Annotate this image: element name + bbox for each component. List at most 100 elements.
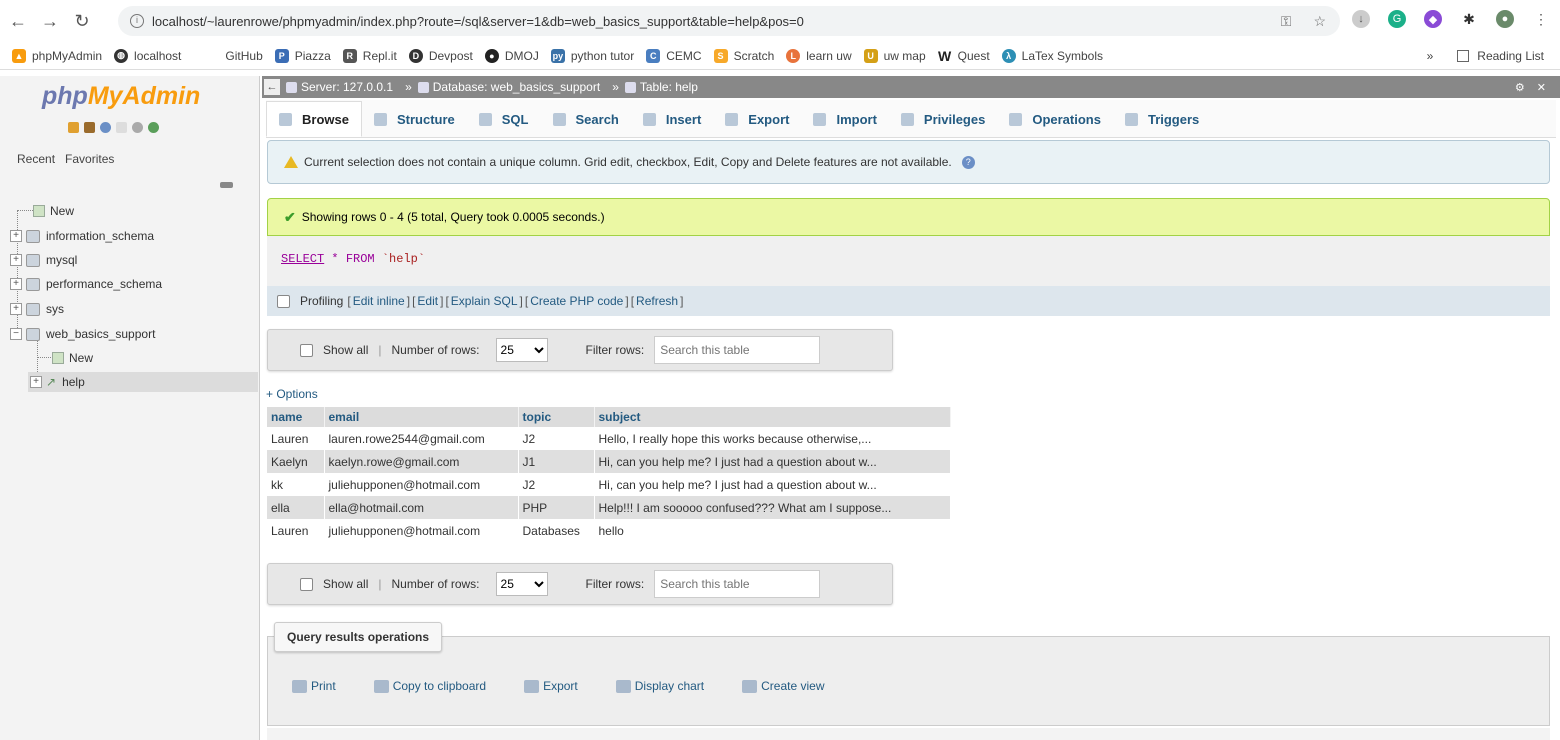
tree-db-information-schema[interactable]: + information_schema — [10, 226, 154, 246]
table-header-row: name email topic subject — [267, 407, 951, 427]
tree-table-help[interactable]: + ↗ help — [28, 372, 258, 392]
bookmark-scratch[interactable]: S Scratch — [713, 48, 774, 63]
back-arrow-icon[interactable]: ← — [4, 7, 32, 35]
bookmark-latex[interactable]: λ LaTex Symbols — [1001, 48, 1103, 63]
grammarly-icon[interactable]: G — [1388, 10, 1406, 28]
expand-icon[interactable]: + — [10, 278, 22, 290]
menu-dots-icon[interactable]: ⋮ — [1532, 10, 1550, 28]
bookmark-quest[interactable]: W Quest — [937, 48, 990, 64]
profile-avatar-icon[interactable]: ● — [1496, 10, 1514, 28]
explain-sql-link[interactable]: Explain SQL — [451, 294, 518, 308]
tab-privileges[interactable]: Privileges — [889, 101, 997, 137]
num-rows-select[interactable]: 25 — [495, 572, 548, 596]
tab-operations[interactable]: Operations — [997, 101, 1113, 137]
bookmark-uw-map[interactable]: U uw map — [863, 48, 926, 63]
copy-to-clipboard-button[interactable]: Copy to clipboard — [373, 679, 486, 693]
edit-inline-link[interactable]: Edit inline — [353, 294, 405, 308]
options-link[interactable]: + Options — [266, 387, 318, 401]
column-header-topic[interactable]: topic — [518, 407, 595, 427]
print-button[interactable]: Print — [292, 679, 336, 693]
tree-new-database[interactable]: New — [33, 201, 74, 221]
bookmark-replit[interactable]: R Repl.it — [342, 48, 397, 63]
more-bookmarks-icon[interactable]: » — [1427, 49, 1434, 63]
bookmark-github[interactable]: GitHub — [225, 49, 262, 63]
bookmark-localhost[interactable]: ◍ localhost — [114, 48, 181, 63]
tree-db-sys[interactable]: + sys — [10, 299, 64, 319]
help-icon[interactable]: ? — [961, 155, 975, 169]
recent-tab[interactable]: Recent — [17, 152, 55, 166]
filter-rows-input[interactable] — [654, 570, 821, 598]
forward-arrow-icon[interactable]: → — [36, 7, 64, 35]
key-icon[interactable]: ⚿ — [1281, 13, 1292, 30]
collapse-icon[interactable]: − — [10, 328, 22, 340]
bookmark-piazza[interactable]: P Piazza — [274, 48, 331, 63]
favorites-tab[interactable]: Favorites — [65, 152, 114, 166]
star-icon[interactable]: ☆ — [1313, 13, 1326, 30]
expand-icon[interactable]: + — [30, 376, 42, 388]
tab-triggers[interactable]: Triggers — [1113, 101, 1211, 137]
breadcrumb-database[interactable]: Database: web_basics_support — [417, 80, 601, 94]
bookmark-cemc[interactable]: C CEMC — [646, 48, 702, 63]
settings-gear-icon[interactable] — [132, 122, 143, 133]
home-icon[interactable] — [68, 122, 79, 133]
tab-browse[interactable]: Browse — [266, 101, 362, 137]
tab-search[interactable]: Search — [541, 101, 631, 137]
create-view-button[interactable]: Create view — [742, 679, 824, 693]
close-icon[interactable]: ✕ — [1537, 81, 1546, 94]
expand-icon[interactable]: + — [10, 254, 22, 266]
bookmark-dmoj[interactable]: ● DMOJ — [484, 48, 539, 63]
cell-subject: Hi, can you help me? I just had a questi… — [594, 450, 951, 473]
reload-icon[interactable]: ↻ — [68, 7, 96, 35]
export-button[interactable]: Export — [524, 679, 578, 693]
tab-sql[interactable]: SQL — [467, 101, 541, 137]
expand-icon[interactable]: + — [10, 230, 22, 242]
display-chart-button[interactable]: Display chart — [615, 679, 704, 693]
expand-icon[interactable]: + — [10, 303, 22, 315]
site-info-icon[interactable]: i — [130, 14, 144, 28]
reload-nav-icon[interactable] — [148, 122, 159, 133]
query-results-operations-title[interactable]: Query results operations — [274, 622, 443, 652]
reading-list-button[interactable]: Reading List — [1477, 49, 1544, 63]
tab-insert[interactable]: Insert — [631, 101, 713, 137]
column-header-email[interactable]: email — [324, 407, 519, 427]
bookmark-learn-uw[interactable]: L learn uw — [786, 48, 852, 63]
extension-icon[interactable]: ↓ — [1352, 10, 1370, 28]
bookmark-phpmyadmin[interactable]: ▲ phpMyAdmin — [12, 48, 102, 63]
settings-gear-icon[interactable]: ⚙ — [1515, 81, 1525, 94]
sql-keyword-select[interactable]: SELECT — [281, 252, 324, 266]
tree-line — [17, 210, 33, 211]
num-rows-select[interactable]: 25 — [495, 338, 548, 362]
show-all-checkbox[interactable] — [300, 343, 313, 357]
help-icon[interactable] — [100, 122, 111, 133]
tree-new-table[interactable]: New — [52, 348, 93, 368]
extension-purple-icon[interactable]: ◆ — [1424, 10, 1442, 28]
edit-link[interactable]: Edit — [417, 294, 438, 308]
breadcrumb-table[interactable]: Table: help — [624, 80, 698, 94]
refresh-link[interactable]: Refresh — [636, 294, 678, 308]
exit-icon[interactable] — [84, 122, 95, 133]
bookmark-python-tutor[interactable]: py python tutor — [550, 48, 634, 63]
tab-export[interactable]: Export — [713, 101, 801, 137]
address-bar[interactable]: i localhost/~laurenrowe/phpmyadmin/index… — [118, 6, 1340, 36]
tree-db-performance-schema[interactable]: + performance_schema — [10, 274, 162, 294]
puzzle-icon[interactable]: ✱ — [1460, 10, 1478, 28]
tree-db-mysql[interactable]: + mysql — [10, 250, 77, 270]
tree-db-web-basics-support[interactable]: − web_basics_support — [10, 324, 155, 344]
back-arrow-icon[interactable]: ← — [264, 79, 280, 95]
breadcrumb-label: Database: web_basics_support — [432, 80, 601, 94]
docs-icon[interactable] — [116, 122, 127, 133]
show-all-label: Show all — [323, 343, 369, 357]
phpmyadmin-logo[interactable]: phpMyAdmin — [42, 82, 200, 111]
bookmark-label: Piazza — [294, 48, 331, 63]
profiling-checkbox[interactable] — [277, 294, 290, 308]
bookmark-devpost[interactable]: D Devpost — [408, 48, 473, 63]
tab-structure[interactable]: Structure — [362, 101, 467, 137]
create-php-code-link[interactable]: Create PHP code — [530, 294, 623, 308]
column-header-subject[interactable]: subject — [594, 407, 951, 427]
collapse-all-icon[interactable] — [220, 182, 233, 188]
filter-rows-input[interactable] — [654, 336, 821, 364]
breadcrumb-server[interactable]: Server: 127.0.0.1 — [286, 80, 393, 94]
show-all-checkbox[interactable] — [300, 577, 313, 591]
column-header-name[interactable]: name — [267, 407, 325, 427]
tab-import[interactable]: Import — [801, 101, 888, 137]
